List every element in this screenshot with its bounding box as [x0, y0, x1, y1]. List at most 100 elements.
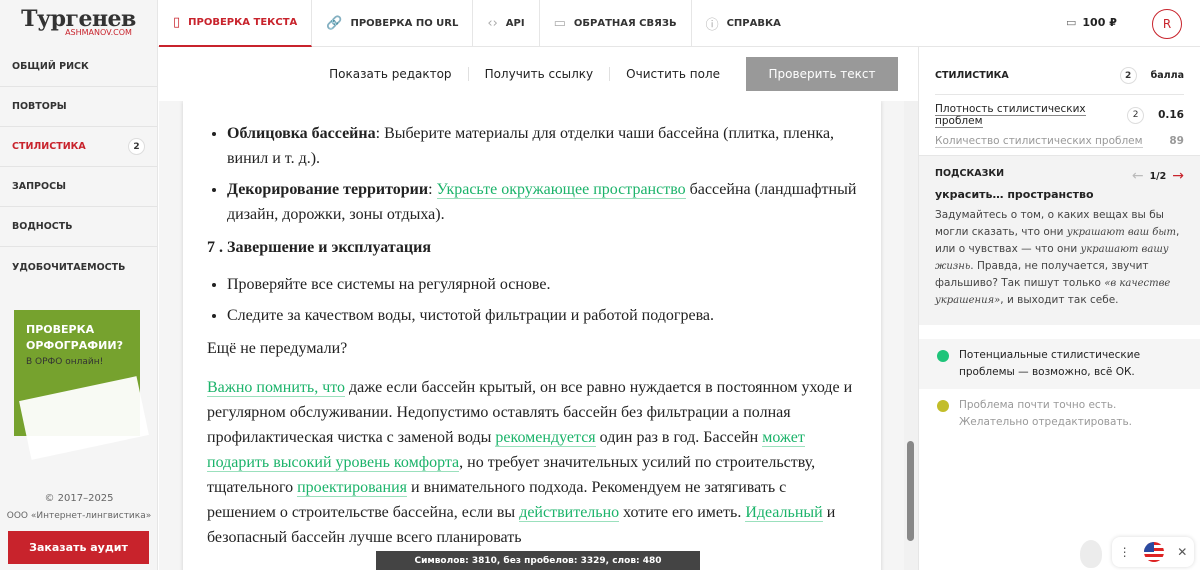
orfo-ad-banner[interactable]: ПРОВЕРКА ОРФОГРАФИИ? В ОРФО онлайн!	[14, 310, 149, 460]
paragraph: Важно помнить, что даже если бассейн кры…	[207, 379, 853, 546]
list-item: Следите за качеством воды, чистотой филь…	[227, 303, 857, 328]
tab-label: ПРОВЕРКА ПО URL	[350, 18, 459, 29]
section-heading: 7 . Завершение и эксплуатация	[207, 239, 432, 256]
sidebar-item-label: СТИЛИСТИКА	[12, 141, 86, 152]
company-name: ООО «Интернет-лингвистика»	[6, 511, 152, 521]
metric-label: Количество стилистических проблем	[935, 135, 1143, 148]
scrollbar-thumb[interactable]	[907, 441, 914, 541]
metric-label: Плотность стилистических проблем	[935, 103, 1086, 128]
character-counter: Символов: 3810, без пробелов: 3329, слов…	[376, 551, 700, 570]
header: Тургенев ASHMANOV.COM ▯ ПРОВЕРКА ТЕКСТА 🔗…	[0, 0, 1200, 47]
metric-count[interactable]: Количество стилистических проблем 89	[935, 135, 1184, 148]
italic-text: «в качестве украшения»	[935, 278, 1171, 306]
balance-value: 100 ₽	[1082, 16, 1117, 29]
legend-item-green: Потенциальные стилистические проблемы — …	[919, 339, 1200, 389]
italic-text: украшают вашу жизнь	[935, 244, 1169, 272]
tab-text-check[interactable]: ▯ ПРОВЕРКА ТЕКСТА	[159, 0, 313, 47]
hint-phrase: украсить… пространство	[935, 188, 1094, 201]
chat-icon: ▭	[553, 16, 566, 31]
sidebar: ОБЩИЙ РИСК ПОВТОРЫ СТИЛИСТИКА 2 ЗАПРОСЫ В…	[0, 47, 158, 570]
metric-value: 89	[1169, 135, 1184, 147]
sidebar-item-repeats[interactable]: ПОВТОРЫ	[0, 87, 157, 127]
code-icon: ‹›	[487, 16, 498, 31]
logo[interactable]: Тургенев ASHMANOV.COM	[0, 0, 158, 47]
score-badge: 2	[1119, 67, 1137, 84]
flame-mascot-icon	[1080, 540, 1102, 568]
hints-title: ПОДСКАЗКИ	[935, 168, 1005, 179]
clear-button[interactable]: Очистить поле	[610, 67, 736, 81]
wallet-icon: ▭	[1066, 16, 1077, 29]
ad-line: ПРОВЕРКА	[26, 323, 95, 336]
yellow-dot-icon	[937, 400, 949, 412]
sidebar-item-label: ЗАПРОСЫ	[12, 181, 66, 192]
info-icon: ⓘ	[705, 18, 719, 33]
sidebar-item-label: ПОВТОРЫ	[12, 101, 67, 112]
sidebar-item-readability[interactable]: УДОБОЧИТАЕМОСТЬ	[0, 247, 157, 287]
ad-screenshot-image	[19, 376, 149, 460]
link-icon: 🔗	[326, 16, 343, 31]
highlighted-phrase[interactable]: действительно	[519, 504, 620, 522]
highlighted-phrase[interactable]: Идеальный	[745, 504, 823, 522]
avatar[interactable]: R	[1152, 9, 1182, 39]
sidebar-item-label: УДОБОЧИТАЕМОСТЬ	[12, 261, 126, 273]
document-icon: ▯	[173, 15, 181, 30]
highlighted-phrase[interactable]: Важно помнить, что	[207, 379, 346, 397]
italic-text: украшают ваш быт	[1066, 227, 1177, 238]
tab-feedback[interactable]: ▭ ОБРАТНАЯ СВЯЗЬ	[540, 0, 692, 47]
metric-badge: 2	[1127, 106, 1145, 124]
legend-text: Потенциальные стилистические проблемы — …	[959, 349, 1141, 378]
arrow-left-icon[interactable]: ←	[1132, 168, 1144, 184]
balance[interactable]: ▭ 100 ₽	[1066, 16, 1117, 29]
metric-density[interactable]: Плотность стилистических проблем 2 0.16	[935, 103, 1184, 128]
us-flag-icon[interactable]	[1143, 542, 1164, 562]
check-text-button[interactable]: Проверить текст	[746, 57, 898, 91]
section-title: СТИЛИСТИКА	[935, 70, 1009, 81]
results-panel: СТИЛИСТИКА 2 балла Плотность стилистически…	[918, 47, 1200, 570]
toolbar: Показать редактор Получить ссылку Очисти…	[159, 47, 918, 101]
list-item: Проверяйте все системы на регулярной осн…	[227, 272, 857, 297]
sidebar-item-general-risk[interactable]: ОБЩИЙ РИСК	[0, 47, 157, 87]
score-unit: балла	[1150, 70, 1184, 81]
tab-help[interactable]: ⓘ СПРАВКА	[692, 0, 795, 47]
ad-line: ОРФОГРАФИИ?	[26, 339, 123, 352]
highlighted-phrase[interactable]: проектирования	[297, 479, 408, 497]
hint-page: 1/2	[1149, 170, 1167, 182]
tab-label: СПРАВКА	[726, 18, 781, 29]
show-editor-button[interactable]: Показать редактор	[313, 67, 469, 81]
document-text[interactable]: Облицовка бассейна: Выберите материалы д…	[183, 101, 881, 570]
more-icon[interactable]: ⋮	[1119, 545, 1131, 559]
tab-label: API	[505, 18, 525, 29]
sidebar-item-wateriness[interactable]: ВОДНОСТЬ	[0, 207, 157, 247]
highlighted-phrase[interactable]: Украсьте окружающее пространство	[436, 181, 686, 199]
count-badge: 2	[128, 138, 145, 155]
hints-panel: ПОДСКАЗКИ ← 1/2 → украсить… пространство За…	[919, 155, 1200, 325]
sidebar-item-label: ОБЩИЙ РИСК	[12, 61, 89, 72]
nav-tabs: ▯ ПРОВЕРКА ТЕКСТА 🔗 ПРОВЕРКА ПО URL ‹› API …	[159, 0, 795, 47]
list-item: Декорирование территории: Украсьте окруж…	[227, 177, 857, 227]
sidebar-item-queries[interactable]: ЗАПРОСЫ	[0, 167, 157, 207]
translate-widget: ⋮ ✕	[1112, 537, 1194, 567]
close-icon[interactable]: ✕	[1177, 545, 1187, 559]
green-dot-icon	[937, 350, 949, 362]
legend-text: Проблема почти точно есть. Желательно от…	[959, 399, 1133, 428]
sidebar-item-label: ВОДНОСТЬ	[12, 221, 73, 232]
list-item: Облицовка бассейна: Выберите материалы д…	[227, 121, 857, 171]
ad-line: В ОРФО онлайн!	[26, 357, 104, 367]
legend-item-yellow: Проблема почти точно есть. Желательно от…	[919, 389, 1200, 439]
get-link-button[interactable]: Получить ссылку	[469, 67, 611, 81]
scrollbar[interactable]	[904, 101, 918, 570]
tab-label: ОБРАТНАЯ СВЯЗЬ	[573, 18, 677, 29]
hint-text: Задумайтесь о том, о каких вещах вы бы м…	[935, 209, 1180, 306]
paragraph: Ещё не передумали?	[207, 340, 348, 357]
order-audit-button[interactable]: Заказать аудит	[8, 531, 149, 564]
metric-value: 0.16	[1158, 109, 1184, 121]
bold-text: Декорирование территории	[227, 181, 429, 198]
document-area: Облицовка бассейна: Выберите материалы д…	[159, 101, 904, 570]
tab-label: ПРОВЕРКА ТЕКСТА	[188, 17, 298, 28]
highlighted-phrase[interactable]: рекомендуется	[495, 429, 596, 447]
bold-text: Облицовка бассейна	[227, 125, 376, 142]
tab-api[interactable]: ‹› API	[473, 0, 540, 47]
tab-url-check[interactable]: 🔗 ПРОВЕРКА ПО URL	[312, 0, 474, 47]
arrow-right-icon[interactable]: →	[1172, 168, 1184, 184]
sidebar-item-stylistics[interactable]: СТИЛИСТИКА 2	[0, 127, 157, 167]
